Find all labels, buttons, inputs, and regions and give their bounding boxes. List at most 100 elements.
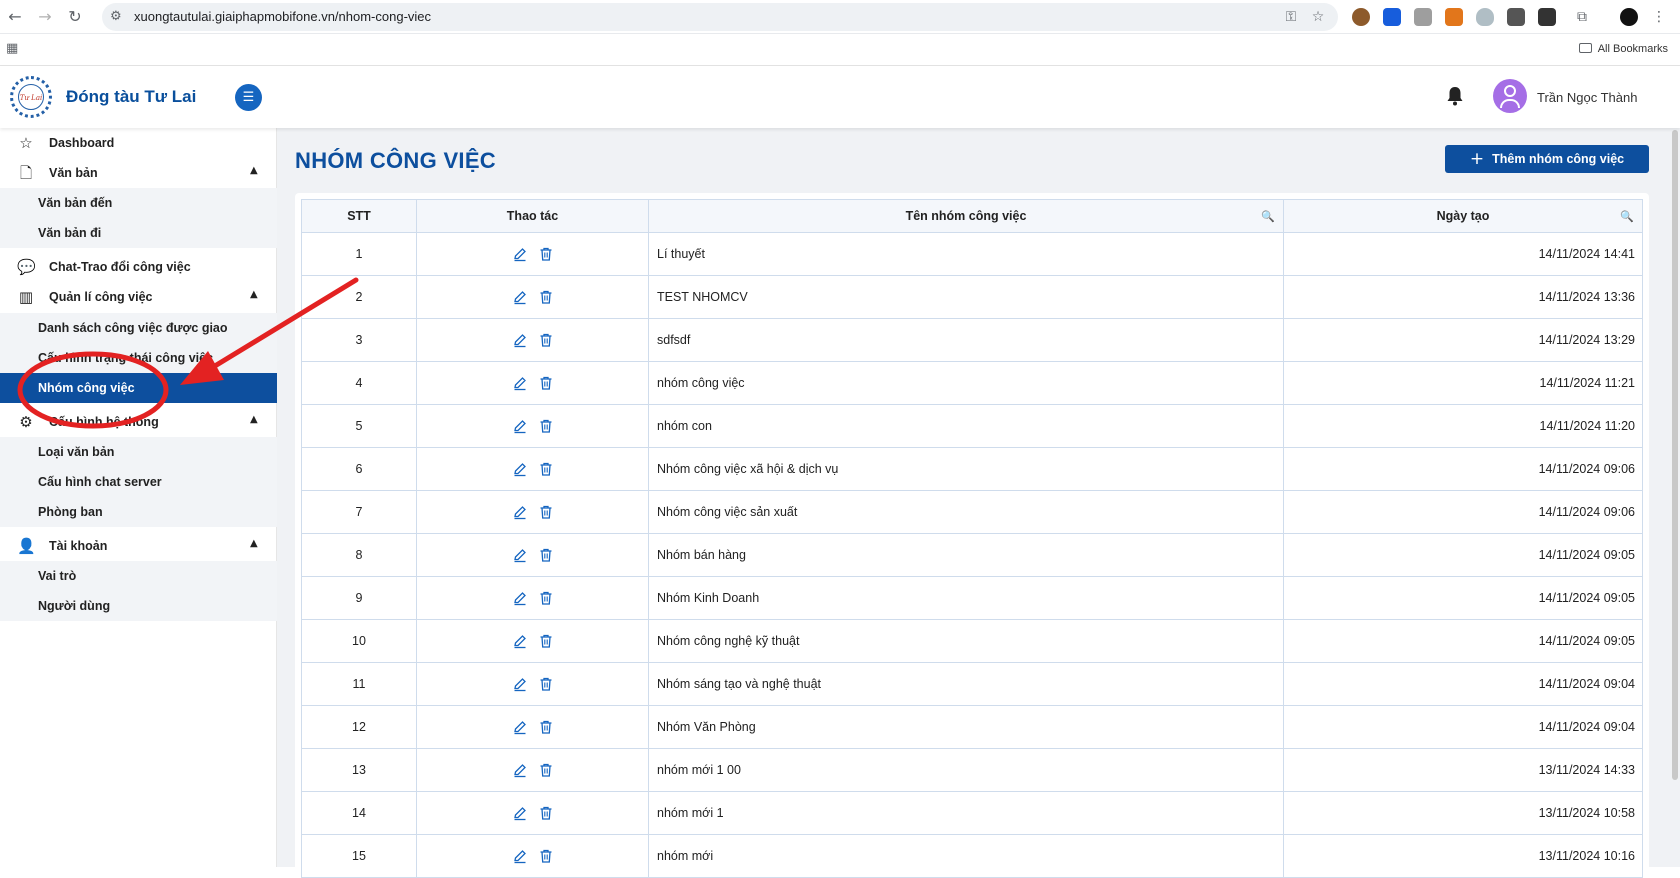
edit-pencil-icon[interactable] — [512, 246, 528, 262]
delete-trash-icon[interactable] — [538, 805, 554, 821]
search-icon[interactable]: 🔍 — [1620, 210, 1634, 223]
profile-icon[interactable] — [1620, 8, 1638, 26]
cell-actions — [416, 748, 649, 792]
table-row[interactable]: 10 Nhóm công nghệ kỹ thuật 14/11/2024 09:0… — [301, 619, 1643, 663]
forward-icon[interactable]: → — [34, 6, 56, 28]
edit-pencil-icon[interactable] — [512, 762, 528, 778]
delete-trash-icon[interactable] — [538, 289, 554, 305]
table-row[interactable]: 14 nhóm mới 1 13/11/2024 10:58 — [301, 791, 1643, 835]
delete-trash-icon[interactable] — [538, 719, 554, 735]
delete-trash-icon[interactable] — [538, 547, 554, 563]
browser-menu-icon[interactable]: ⋮ — [1650, 8, 1668, 26]
cookie-extension-icon[interactable] — [1352, 8, 1370, 26]
column-header-name[interactable]: Tên nhóm công việc 🔍 — [648, 199, 1284, 233]
apps-grid-icon[interactable]: ▦ — [6, 41, 22, 57]
sidebar-item-van-ban-di[interactable]: Văn bản đi — [0, 218, 277, 248]
delete-trash-icon[interactable] — [538, 461, 554, 477]
sidebar-group-tai-khoan[interactable]: 👤 Tài khoản ▲ — [0, 531, 277, 561]
gear-icon: ⚙ — [19, 413, 33, 431]
address-bar[interactable]: ⚙ xuongtautulai.giaiphapmobifone.vn/nhom… — [102, 3, 1338, 31]
edit-pencil-icon[interactable] — [512, 547, 528, 563]
shield-extension-icon[interactable] — [1476, 8, 1494, 26]
edit-pencil-icon[interactable] — [512, 805, 528, 821]
delete-trash-icon[interactable] — [538, 246, 554, 262]
edit-pencil-icon[interactable] — [512, 289, 528, 305]
metamask-extension-icon[interactable] — [1445, 8, 1463, 26]
table-row[interactable]: 15 nhóm mới 13/11/2024 10:16 — [301, 834, 1643, 878]
app-header: Tư Lai Đóng tàu Tư Lai ☰ Trần Ngọc Thành — [0, 66, 1680, 128]
cell-name: nhóm con — [648, 404, 1284, 448]
table-row[interactable]: 9 Nhóm Kinh Doanh 14/11/2024 09:05 — [301, 576, 1643, 620]
delete-trash-icon[interactable] — [538, 633, 554, 649]
sidebar-item-dashboard[interactable]: ☆ Dashboard — [0, 128, 277, 158]
sidebar-group-quan-li[interactable]: ▥ Quản lí công việc ▲ — [0, 282, 277, 312]
cell-created: 14/11/2024 09:05 — [1283, 533, 1643, 577]
sidebar-item-nhom-cong-viec[interactable]: Nhóm công việc — [0, 373, 277, 403]
sidebar-item-danh-sach[interactable]: Danh sách công việc được giao — [0, 313, 277, 343]
password-key-icon[interactable]: ⚿ — [1282, 8, 1300, 26]
sidebar-item-phong-ban[interactable]: Phòng ban — [0, 497, 277, 527]
user-avatar-icon[interactable] — [1493, 79, 1527, 113]
table-row[interactable]: 13 nhóm mới 1 00 13/11/2024 14:33 — [301, 748, 1643, 792]
menu-toggle-icon[interactable]: ☰ — [235, 84, 262, 111]
sidebar-item-loai-van-ban[interactable]: Loại văn bản — [0, 437, 277, 467]
back-icon[interactable]: ← — [4, 6, 26, 28]
table-row[interactable]: 11 Nhóm sáng tạo và nghệ thuật 14/11/2024 … — [301, 662, 1643, 706]
url-text[interactable]: xuongtautulai.giaiphapmobifone.vn/nhom-c… — [134, 9, 431, 24]
sidebar-item-chat[interactable]: 💬 Chat-Trao đổi công việc — [0, 252, 277, 282]
column-header-created[interactable]: Ngày tạo 🔍 — [1283, 199, 1643, 233]
table-row[interactable]: 5 nhóm con 14/11/2024 11:20 — [301, 404, 1643, 448]
edit-pencil-icon[interactable] — [512, 848, 528, 864]
table-row[interactable]: 1 Lí thuyết 14/11/2024 14:41 — [301, 232, 1643, 276]
qr-extension-icon[interactable] — [1507, 8, 1525, 26]
search-icon[interactable]: 🔍 — [1261, 210, 1275, 223]
sidebar-group-cau-hinh-he-thong[interactable]: ⚙ Cấu hình hệ thống ▲ — [0, 407, 277, 437]
delete-trash-icon[interactable] — [538, 418, 554, 434]
cell-actions — [416, 404, 649, 448]
bookmark-star-icon[interactable]: ☆ — [1309, 8, 1327, 26]
sidebar-item-nguoi-dung[interactable]: Người dùng — [0, 591, 277, 621]
site-info-icon[interactable]: ⚙ — [110, 8, 128, 26]
cell-actions — [416, 576, 649, 620]
delete-trash-icon[interactable] — [538, 762, 554, 778]
add-group-button[interactable]: + Thêm nhóm công việc — [1445, 145, 1649, 173]
edit-pencil-icon[interactable] — [512, 633, 528, 649]
sidebar-item-vai-tro[interactable]: Vai trò — [0, 561, 277, 591]
reload-icon[interactable]: ↻ — [64, 6, 86, 28]
plus-icon: + — [1469, 149, 1485, 169]
delete-trash-icon[interactable] — [538, 375, 554, 391]
bitwarden-extension-icon[interactable] — [1383, 8, 1401, 26]
table-row[interactable]: 3 sdfsdf 14/11/2024 13:29 — [301, 318, 1643, 362]
sidebar-item-cau-hinh-trang-thai[interactable]: Cấu hình trạng thái công việc — [0, 343, 277, 373]
table-row[interactable]: 4 nhóm công việc 14/11/2024 11:21 — [301, 361, 1643, 405]
cast-extension-icon[interactable] — [1414, 8, 1432, 26]
edit-pencil-icon[interactable] — [512, 418, 528, 434]
delete-trash-icon[interactable] — [538, 676, 554, 692]
table-row[interactable]: 2 TEST NHOMCV 14/11/2024 13:36 — [301, 275, 1643, 319]
sidebar-item-chat-server[interactable]: Cấu hình chat server — [0, 467, 277, 497]
all-bookmarks[interactable]: All Bookmarks — [1578, 43, 1668, 55]
scrollbar-thumb[interactable] — [1672, 130, 1678, 780]
edit-pencil-icon[interactable] — [512, 504, 528, 520]
selenium-extension-icon[interactable] — [1538, 8, 1556, 26]
sidebar-group-van-ban[interactable]: 🗋 Văn bản ▲ — [0, 158, 277, 188]
edit-pencil-icon[interactable] — [512, 590, 528, 606]
table-row[interactable]: 12 Nhóm Văn Phòng 14/11/2024 09:04 — [301, 705, 1643, 749]
delete-trash-icon[interactable] — [538, 504, 554, 520]
edit-pencil-icon[interactable] — [512, 332, 528, 348]
delete-trash-icon[interactable] — [538, 848, 554, 864]
table-row[interactable]: 8 Nhóm bán hàng 14/11/2024 09:05 — [301, 533, 1643, 577]
cell-name: Nhóm sáng tạo và nghệ thuật — [648, 662, 1284, 706]
user-name[interactable]: Trần Ngọc Thành — [1537, 90, 1637, 105]
edit-pencil-icon[interactable] — [512, 719, 528, 735]
edit-pencil-icon[interactable] — [512, 676, 528, 692]
delete-trash-icon[interactable] — [538, 332, 554, 348]
edit-pencil-icon[interactable] — [512, 375, 528, 391]
sidebar-item-van-ban-den[interactable]: Văn bản đến — [0, 188, 277, 218]
edit-pencil-icon[interactable] — [512, 461, 528, 477]
extensions-puzzle-icon[interactable]: ⧉ — [1573, 8, 1591, 26]
table-row[interactable]: 7 Nhóm công việc sản xuất 14/11/2024 09:06 — [301, 490, 1643, 534]
notification-bell-icon[interactable] — [1446, 86, 1464, 106]
delete-trash-icon[interactable] — [538, 590, 554, 606]
table-row[interactable]: 6 Nhóm công việc xã hội & dịch vụ 14/11/20… — [301, 447, 1643, 491]
